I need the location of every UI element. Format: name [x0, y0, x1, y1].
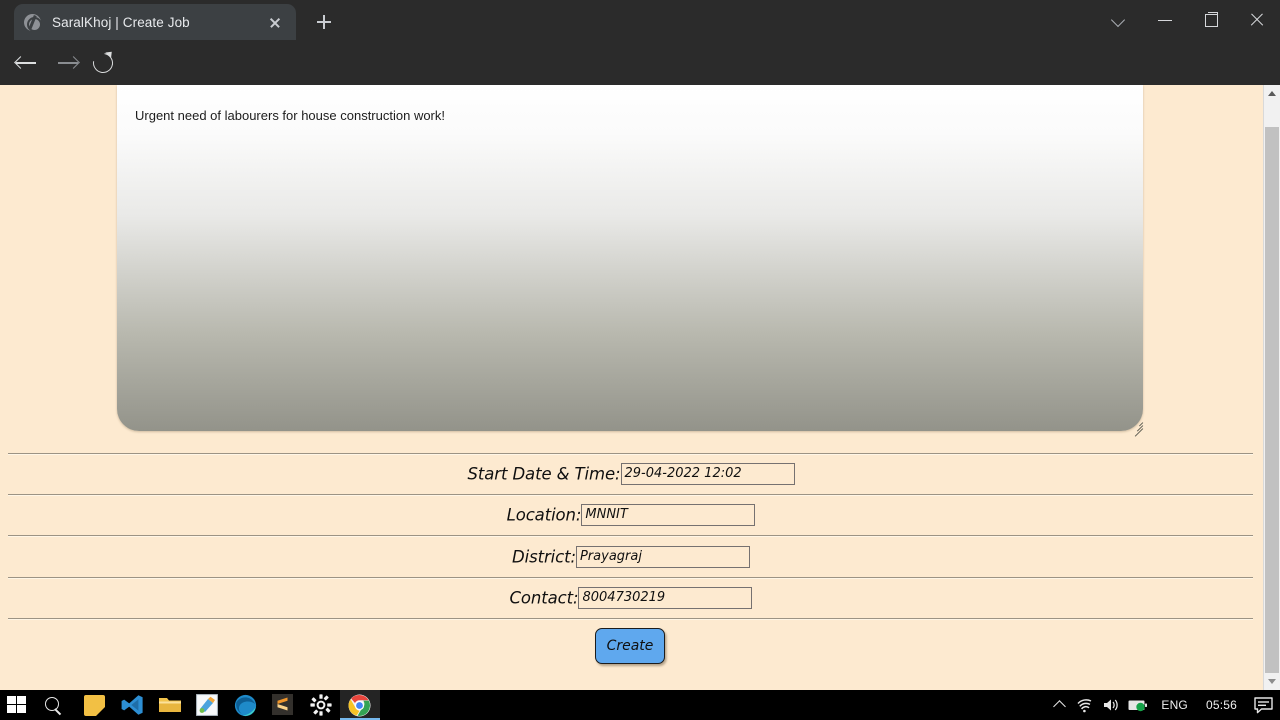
back-arrow-icon[interactable]: [12, 49, 40, 77]
file-explorer-icon[interactable]: [158, 694, 182, 716]
resize-grip-icon[interactable]: [1130, 418, 1144, 437]
form-separator: [8, 577, 1253, 579]
sublime-text-icon[interactable]: [272, 694, 296, 716]
contact-input[interactable]: 8004730219: [578, 587, 753, 609]
battery-icon[interactable]: [1124, 690, 1152, 720]
scrollbar-thumb[interactable]: [1265, 127, 1279, 678]
scroll-down-icon[interactable]: [1264, 673, 1280, 690]
globe-icon: [24, 13, 42, 32]
maximize-icon[interactable]: [1188, 0, 1234, 40]
search-icon[interactable]: [44, 697, 64, 715]
start-datetime-label: Start Date & Time:: [467, 464, 621, 484]
location-input[interactable]: MNNIT: [581, 504, 756, 526]
browser-toolbar: 127.0.0.1:5000/create: [0, 40, 1280, 118]
vscode-icon[interactable]: [120, 694, 144, 716]
location-label: Location:: [506, 505, 582, 525]
form-separator: [8, 535, 1253, 537]
form-separator: [8, 618, 1253, 620]
form-row-district: District: Prayagraj: [0, 546, 1262, 568]
chevron-up-icon[interactable]: [1048, 690, 1072, 720]
page-viewport: Urgent need of labourers for house const…: [0, 85, 1280, 690]
start-datetime-input[interactable]: 29-04-2022 12:02: [620, 463, 795, 485]
scroll-up-icon[interactable]: [1264, 85, 1280, 102]
window-close-icon[interactable]: [1234, 0, 1280, 40]
form-row-contact: Contact: 8004730219: [0, 587, 1262, 609]
clock-time[interactable]: 05:56: [1197, 690, 1246, 720]
form-row-location: Location: MNNIT: [0, 504, 1262, 526]
new-tab-button[interactable]: [310, 8, 338, 36]
chrome-icon[interactable]: [340, 694, 380, 720]
browser-tab[interactable]: SaralKhoj | Create Job: [14, 4, 296, 40]
tab-title: SaralKhoj | Create Job: [52, 14, 190, 30]
form-row-start-datetime: Start Date & Time: 29-04-2022 12:02: [0, 463, 1262, 485]
contact-label: Contact:: [509, 588, 579, 608]
action-center-icon[interactable]: [1246, 690, 1280, 720]
minimize-icon[interactable]: [1142, 0, 1188, 40]
district-label: District:: [512, 547, 576, 567]
create-button[interactable]: Create: [595, 628, 665, 664]
settings-gear-icon[interactable]: [310, 694, 334, 716]
page-scrollbar[interactable]: [1263, 85, 1280, 690]
wifi-icon[interactable]: [1072, 690, 1098, 720]
sticky-notes-icon[interactable]: [82, 694, 106, 716]
forward-arrow-icon[interactable]: [54, 49, 82, 77]
edge-icon[interactable]: [234, 694, 258, 717]
close-icon[interactable]: [264, 11, 286, 33]
window-controls: [1096, 0, 1280, 40]
windows-start-icon[interactable]: [6, 696, 28, 715]
chevron-down-icon[interactable]: [1096, 0, 1142, 40]
speaker-icon[interactable]: [1098, 690, 1124, 720]
form-separator: [8, 494, 1253, 496]
paint-3d-icon[interactable]: [196, 694, 220, 716]
create-job-form: Urgent need of labourers for house const…: [0, 85, 1262, 690]
job-description-textarea[interactable]: Urgent need of labourers for house const…: [117, 85, 1143, 431]
tab-strip: SaralKhoj | Create Job: [0, 0, 1280, 40]
form-separator: [8, 453, 1253, 455]
district-input[interactable]: Prayagraj: [575, 546, 750, 568]
windows-taskbar: ENG 05:56: [0, 690, 1280, 720]
system-tray: ENG 05:56: [1048, 690, 1280, 720]
language-indicator[interactable]: ENG: [1152, 690, 1197, 720]
reload-icon[interactable]: [89, 48, 117, 77]
